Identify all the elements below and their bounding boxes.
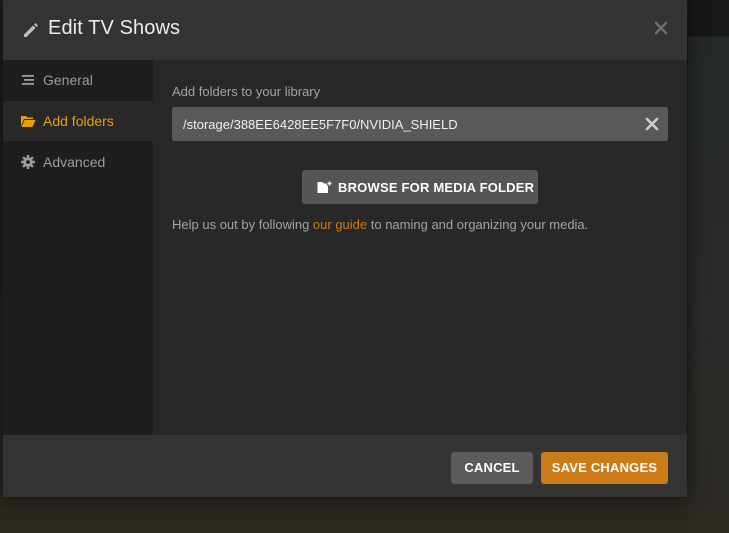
pencil-icon	[21, 20, 41, 40]
sidebar-item-add-folders[interactable]: Add folders	[3, 101, 153, 141]
help-text-suffix: to naming and organizing your media.	[367, 217, 589, 232]
folder-path-field[interactable]: /storage/388EE6428EE5F7F0/NVIDIA_SHIELD	[172, 107, 668, 141]
edit-library-modal: Edit TV Shows General Add folders Advanc…	[3, 0, 687, 497]
guide-link[interactable]: our guide	[313, 217, 367, 232]
modal-footer: CANCEL SAVE CHANGES	[3, 435, 687, 497]
browse-button-label: BROWSE FOR MEDIA FOLDER	[338, 180, 535, 195]
help-text: Help us out by following our guide to na…	[172, 217, 588, 232]
save-changes-button[interactable]: SAVE CHANGES	[541, 452, 668, 484]
modal-header: Edit TV Shows	[3, 0, 687, 60]
section-label: Add folders to your library	[172, 84, 321, 99]
sidebar-item-label: General	[43, 72, 93, 88]
sidebar-item-label: Add folders	[43, 113, 114, 129]
background-app-edge	[688, 0, 729, 533]
help-text-prefix: Help us out by following	[172, 217, 313, 232]
sidebar-item-label: Advanced	[43, 154, 106, 170]
folder-path-value[interactable]: /storage/388EE6428EE5F7F0/NVIDIA_SHIELD	[183, 117, 458, 132]
gear-icon	[20, 154, 36, 170]
cancel-button[interactable]: CANCEL	[451, 452, 533, 484]
remove-folder-icon[interactable]	[645, 117, 659, 131]
settings-sidebar: General Add folders Advanced	[3, 60, 153, 435]
browse-media-folder-button[interactable]: BROWSE FOR MEDIA FOLDER	[302, 170, 538, 204]
list-icon	[20, 72, 36, 88]
close-icon[interactable]	[651, 18, 671, 38]
folder-open-icon	[20, 113, 36, 129]
modal-title: Edit TV Shows	[48, 17, 181, 39]
sidebar-item-general[interactable]: General	[3, 60, 153, 100]
folder-add-icon	[317, 180, 333, 194]
add-folders-panel: Add folders to your library /storage/388…	[153, 60, 687, 435]
sidebar-item-advanced[interactable]: Advanced	[3, 142, 153, 182]
